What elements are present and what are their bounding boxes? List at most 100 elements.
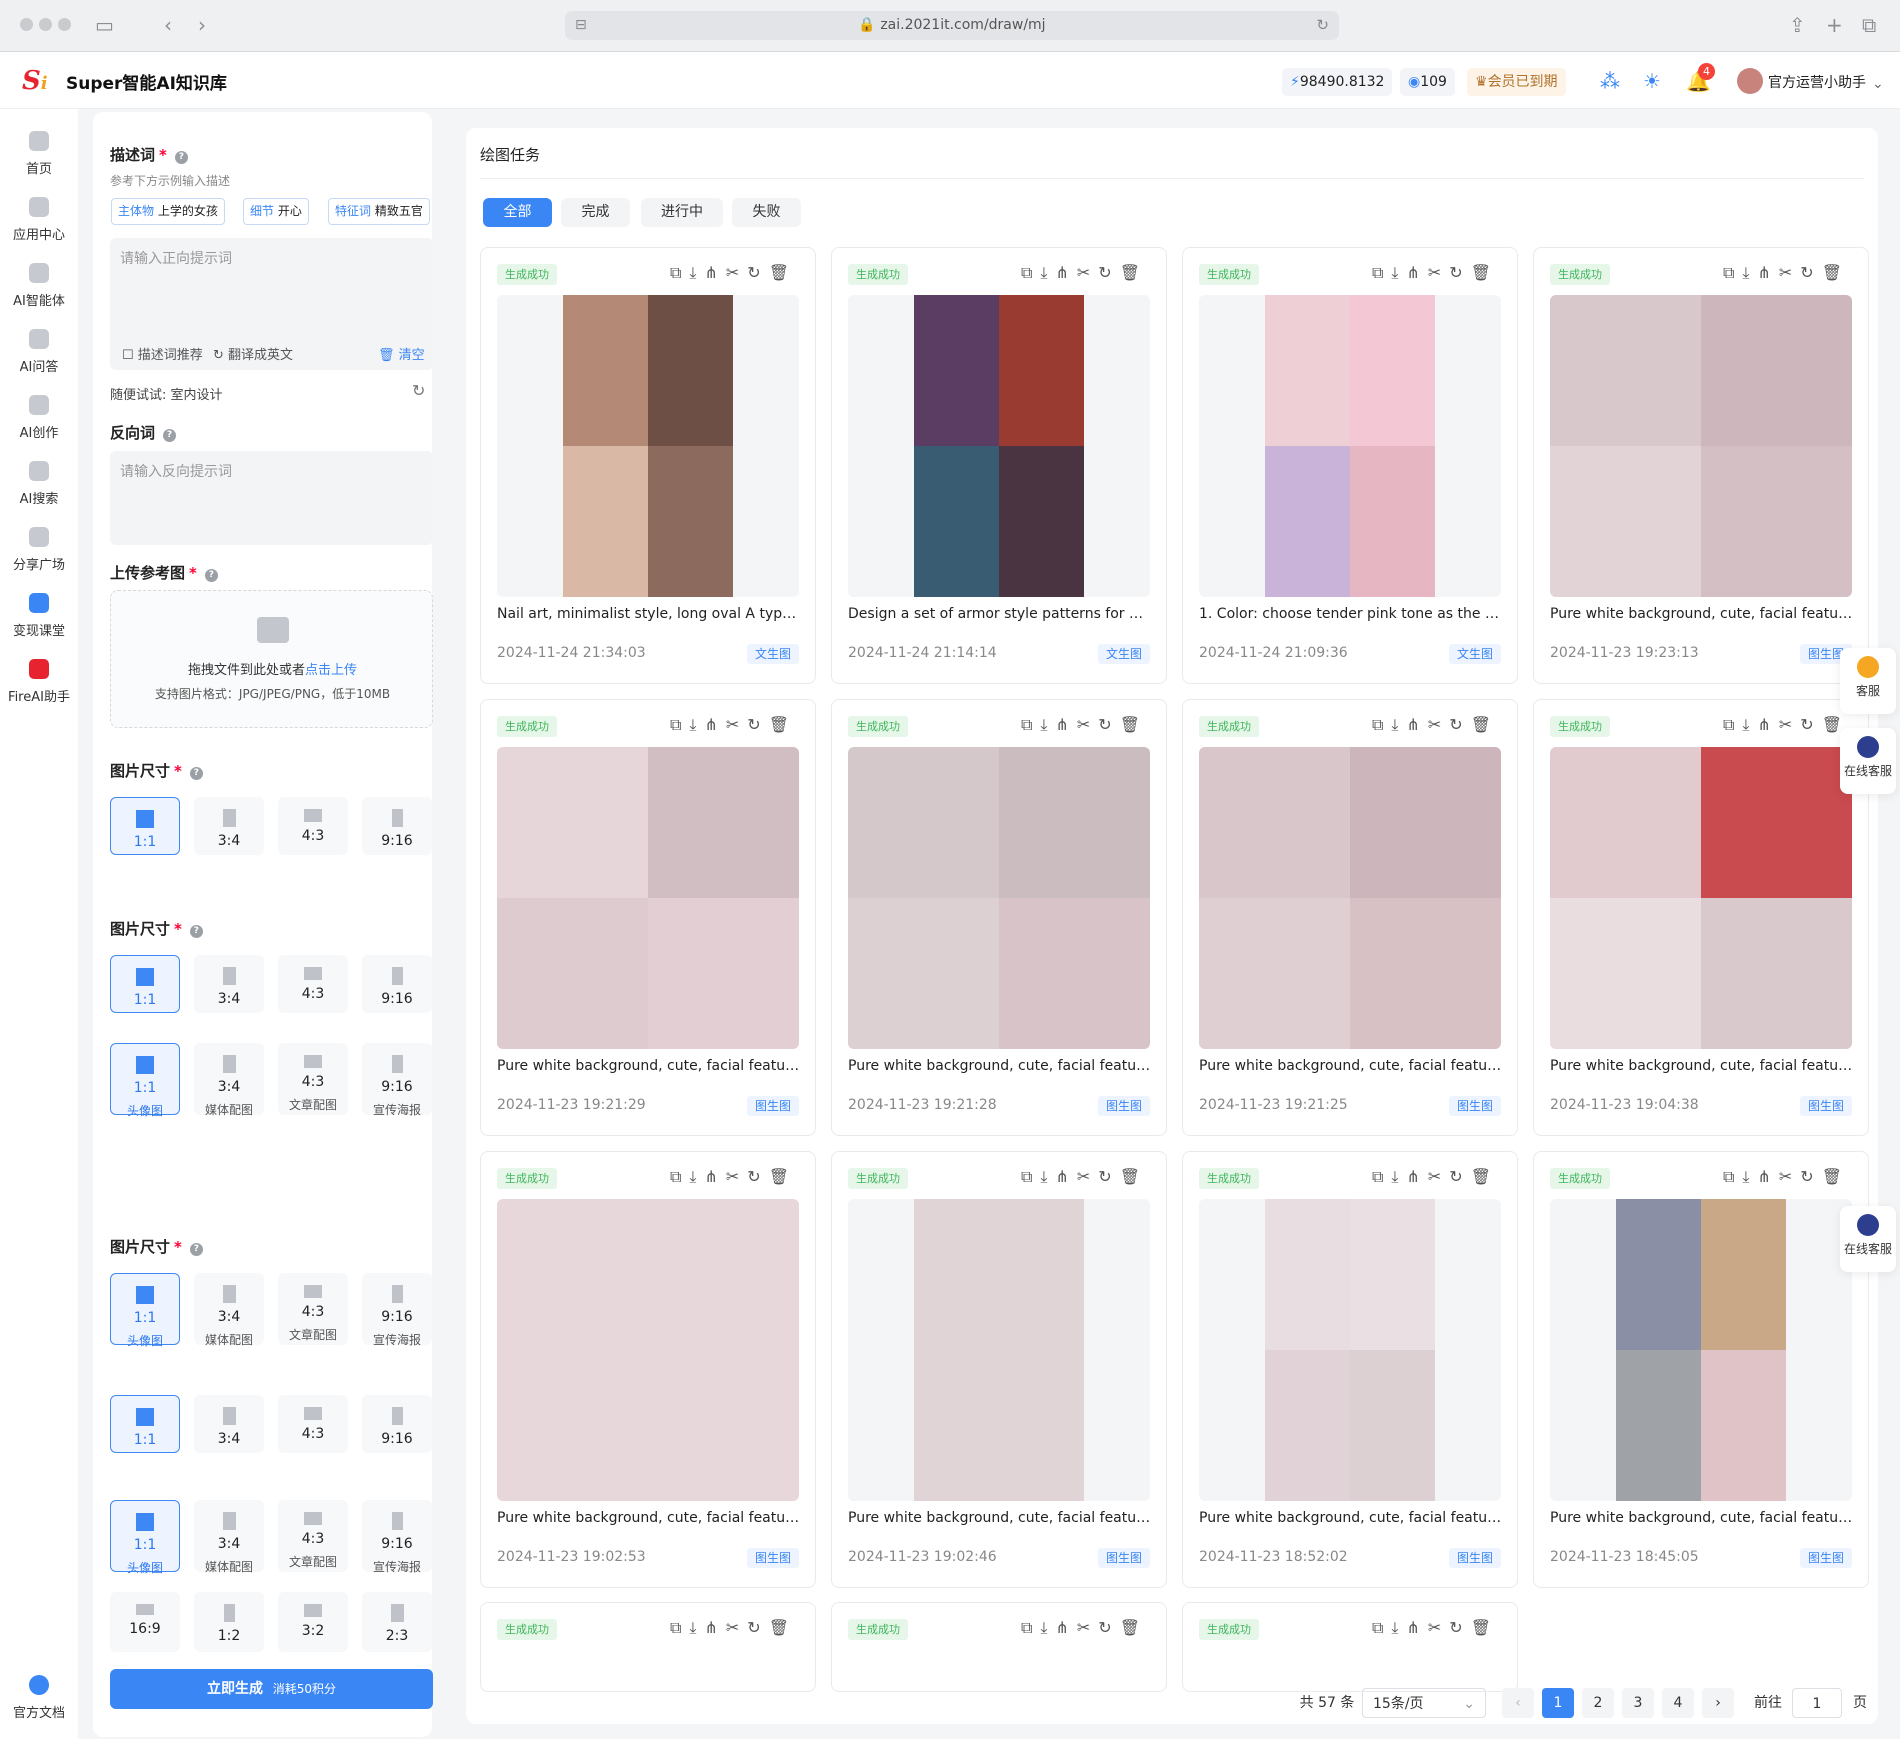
delete-icon[interactable]: 🗑 <box>1120 715 1148 734</box>
copy-icon[interactable]: ⧉ <box>1723 715 1742 734</box>
new-tab-icon[interactable]: + <box>1826 13 1843 37</box>
task-card[interactable]: 生成成功 ⧉⤓⋔✂↻🗑 Nail art, minimalist style, lo… <box>480 247 816 684</box>
ratio-option[interactable]: 9:16 <box>362 1395 432 1453</box>
service-button[interactable]: 客服 <box>1840 648 1896 714</box>
task-card[interactable]: 生成成功 ⧉⤓⋔✂↻🗑 <box>1182 1602 1518 1692</box>
help-icon[interactable]: ? <box>189 925 203 938</box>
share-icon[interactable]: ⋔ <box>1055 1167 1076 1186</box>
download-icon[interactable]: ⤓ <box>689 715 704 734</box>
scissors-icon[interactable]: ✂ <box>1428 715 1449 734</box>
result-image[interactable] <box>497 747 648 898</box>
result-image[interactable] <box>1701 446 1852 597</box>
regenerate-icon[interactable]: ↻ <box>747 1618 768 1637</box>
scissors-icon[interactable]: ✂ <box>1077 1167 1098 1186</box>
copy-icon[interactable]: ⧉ <box>670 263 689 282</box>
close-window-button[interactable] <box>20 18 33 31</box>
regenerate-icon[interactable]: ↻ <box>1098 1618 1119 1637</box>
ratio-option[interactable]: 2:3 <box>362 1592 432 1652</box>
share-icon[interactable]: ⋔ <box>1406 1167 1427 1186</box>
task-card[interactable]: 生成成功 ⧉⤓⋔✂↻🗑 Pure white background, cute, f… <box>831 699 1167 1136</box>
delete-icon[interactable]: 🗑 <box>1471 715 1499 734</box>
ratio-option[interactable]: 1:1 <box>110 1395 180 1453</box>
result-image[interactable] <box>563 295 648 446</box>
scissors-icon[interactable]: ✂ <box>726 1618 747 1637</box>
delete-icon[interactable]: 🗑 <box>1822 1167 1850 1186</box>
generate-button[interactable]: 立即生成 消耗50积分 <box>110 1669 433 1709</box>
task-card[interactable]: 生成成功 ⧉⤓⋔✂↻🗑 <box>480 1602 816 1692</box>
task-card[interactable]: 生成成功 ⧉⤓⋔✂↻🗑 Pure white background, cute, f… <box>1533 1151 1869 1588</box>
share-icon[interactable]: ⋔ <box>704 263 725 282</box>
example-tag[interactable]: 主体物 上学的女孩 <box>111 198 225 225</box>
result-image[interactable] <box>1265 1199 1350 1350</box>
ratio-option[interactable]: 3:4 媒体配图 <box>194 1043 264 1117</box>
download-icon[interactable]: ⤓ <box>1040 263 1055 282</box>
copy-icon[interactable]: ⧉ <box>1021 715 1040 734</box>
regenerate-icon[interactable]: ↻ <box>747 263 768 282</box>
result-image[interactable] <box>1265 1350 1350 1501</box>
ratio-option[interactable]: 4:3 <box>278 1395 348 1453</box>
task-card[interactable]: 生成成功 ⧉⤓⋔✂↻🗑 1. Color: choose tender pink t… <box>1182 247 1518 684</box>
result-image[interactable] <box>1701 1199 1786 1350</box>
task-card[interactable]: 生成成功 ⧉⤓⋔✂↻🗑 Pure white background, cute, f… <box>831 1151 1167 1588</box>
result-image[interactable] <box>1350 898 1501 1049</box>
ratio-option[interactable]: 4:3 文章配图 <box>278 1500 348 1572</box>
goto-input[interactable]: 1 <box>1792 1688 1842 1718</box>
address-bar[interactable]: ⊟ 🔒 zai.2021it.com/draw/mj ↻ <box>565 11 1339 40</box>
minimize-window-button[interactable] <box>39 18 52 31</box>
forward-icon[interactable]: › <box>198 13 206 37</box>
task-card[interactable]: 生成成功 ⧉⤓⋔✂↻🗑 Pure white background, cute, f… <box>1182 1151 1518 1588</box>
result-image[interactable] <box>848 747 999 898</box>
scissors-icon[interactable]: ✂ <box>726 715 747 734</box>
share-icon[interactable]: ⋔ <box>704 715 725 734</box>
result-image[interactable] <box>1550 446 1701 597</box>
sidebar-item-apps[interactable]: 应用中心 <box>0 197 78 243</box>
result-image[interactable] <box>648 898 799 1049</box>
download-icon[interactable]: ⤓ <box>1742 1167 1757 1186</box>
ratio-option[interactable]: 1:1 头像图 <box>110 1273 180 1348</box>
sidebar-item-docs[interactable]: 官方文档 <box>0 1675 78 1721</box>
download-icon[interactable]: ⤓ <box>1391 263 1406 282</box>
page-1[interactable]: 1 <box>1542 1688 1574 1718</box>
result-image[interactable] <box>1350 446 1435 597</box>
download-icon[interactable]: ⤓ <box>1391 1618 1406 1637</box>
share-icon[interactable]: ⋔ <box>1055 263 1076 282</box>
result-image[interactable] <box>1550 747 1701 898</box>
result-image[interactable] <box>1199 747 1350 898</box>
next-page-button[interactable]: › <box>1702 1688 1734 1718</box>
scissors-icon[interactable]: ✂ <box>726 263 747 282</box>
scissors-icon[interactable]: ✂ <box>1779 263 1800 282</box>
ratio-option[interactable]: 1:1 <box>110 797 180 855</box>
scissors-icon[interactable]: ✂ <box>1077 1618 1098 1637</box>
result-image[interactable] <box>563 446 648 597</box>
result-image[interactable] <box>1616 1199 1701 1350</box>
result-image[interactable] <box>848 898 999 1049</box>
download-icon[interactable]: ⤓ <box>1742 263 1757 282</box>
points-badge[interactable]: ⚡98490.8132 <box>1282 68 1393 96</box>
delete-icon[interactable]: 🗑 <box>769 715 797 734</box>
result-image[interactable] <box>1199 898 1350 1049</box>
share-icon[interactable]: ⋔ <box>1757 715 1778 734</box>
sidebar-item-qa[interactable]: AI问答 <box>0 329 78 375</box>
share-icon[interactable]: ⋔ <box>1757 263 1778 282</box>
result-image[interactable] <box>1350 1199 1435 1350</box>
result-image[interactable] <box>999 747 1150 898</box>
help-icon[interactable]: ? <box>204 569 218 582</box>
translate-button[interactable]: ↻ 翻译成英文 <box>213 344 293 363</box>
help-icon[interactable]: ? <box>189 767 203 780</box>
copy-icon[interactable]: ⧉ <box>670 1167 689 1186</box>
result-image[interactable] <box>1550 898 1701 1049</box>
result-image[interactable] <box>1550 295 1701 446</box>
sidebar-item-square[interactable]: 分享广场 <box>0 527 78 573</box>
regenerate-icon[interactable]: ↻ <box>747 1167 768 1186</box>
download-icon[interactable]: ⤓ <box>689 263 704 282</box>
download-icon[interactable]: ⤓ <box>1391 715 1406 734</box>
scissors-icon[interactable]: ✂ <box>1077 263 1098 282</box>
share-icon[interactable]: ⋔ <box>1406 263 1427 282</box>
member-badge[interactable]: ♛会员已到期 <box>1467 68 1566 96</box>
delete-icon[interactable]: 🗑 <box>1822 263 1850 282</box>
prev-page-button[interactable]: ‹ <box>1502 1688 1534 1718</box>
ratio-option[interactable]: 1:1 头像图 <box>110 1043 180 1118</box>
ratio-option[interactable]: 9:16 <box>362 797 432 855</box>
result-image[interactable] <box>497 898 648 1049</box>
regenerate-icon[interactable]: ↻ <box>1449 1618 1470 1637</box>
